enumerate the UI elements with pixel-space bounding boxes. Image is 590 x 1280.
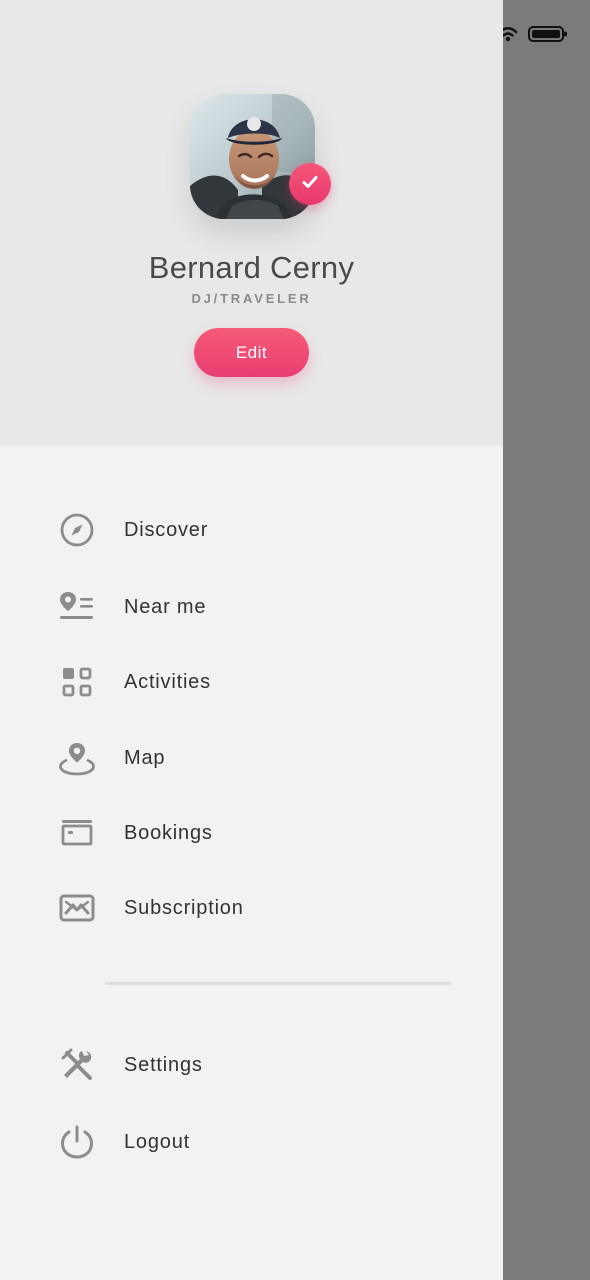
mail-icon bbox=[58, 889, 96, 927]
menu-label-near-me: Near me bbox=[124, 595, 207, 618]
menu-divider bbox=[105, 982, 451, 985]
tools-icon bbox=[58, 1046, 96, 1084]
location-list-icon bbox=[58, 588, 96, 626]
grid-icon bbox=[58, 663, 96, 701]
check-icon bbox=[299, 171, 321, 198]
card-icon bbox=[58, 814, 96, 852]
menu-label-map: Map bbox=[124, 746, 166, 769]
menu-label-discover: Discover bbox=[124, 518, 209, 541]
profile-header: Bernard Cerny DJ/TRAVELER Edit bbox=[0, 0, 503, 446]
menu-label-subscription: Subscription bbox=[124, 896, 244, 919]
navigation-drawer: Bernard Cerny DJ/TRAVELER Edit Discover bbox=[0, 0, 503, 1280]
menu-item-subscription[interactable]: Subscription bbox=[58, 885, 448, 931]
menu-item-settings[interactable]: Settings bbox=[58, 1042, 448, 1088]
user-role: DJ/TRAVELER bbox=[191, 291, 312, 306]
map-pin-icon bbox=[58, 739, 96, 777]
menu-item-logout[interactable]: Logout bbox=[58, 1119, 448, 1165]
verified-badge bbox=[289, 163, 331, 205]
menu-item-map[interactable]: Map bbox=[58, 735, 448, 781]
menu-label-logout: Logout bbox=[124, 1130, 190, 1153]
menu-item-activities[interactable]: Activities bbox=[58, 659, 448, 705]
compass-icon bbox=[58, 511, 96, 549]
menu-item-bookings[interactable]: Bookings bbox=[58, 810, 448, 856]
menu-label-activities: Activities bbox=[124, 670, 211, 693]
menu-item-discover[interactable]: Discover bbox=[58, 507, 448, 553]
battery-icon bbox=[528, 24, 568, 49]
app-screen: Bernard Cerny DJ/TRAVELER Edit Discover bbox=[0, 0, 590, 1280]
menu-label-settings: Settings bbox=[124, 1053, 203, 1076]
menu-item-near-me[interactable]: Near me bbox=[58, 584, 448, 630]
menu-label-bookings: Bookings bbox=[124, 821, 213, 844]
status-bar bbox=[498, 24, 568, 49]
edit-button[interactable]: Edit bbox=[194, 328, 309, 377]
power-icon bbox=[58, 1123, 96, 1161]
user-name: Bernard Cerny bbox=[148, 250, 355, 285]
